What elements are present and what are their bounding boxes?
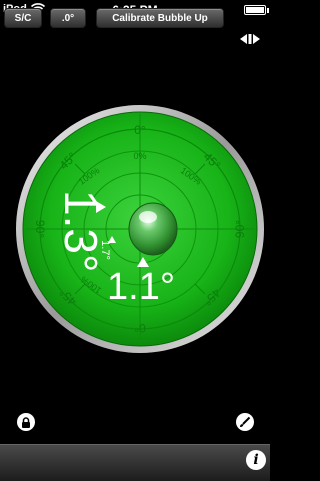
battery-nub: [267, 8, 269, 13]
decimal-precision-button[interactable]: .0°: [50, 8, 86, 28]
toggle-arrows-icon[interactable]: [238, 30, 262, 48]
ring-label-bottom: 0°: [134, 321, 146, 335]
brush-button[interactable]: [236, 413, 254, 431]
percent-label-top: 0%: [133, 151, 146, 161]
sc-button[interactable]: S/C: [4, 8, 42, 28]
ring-label-left: 90°: [33, 220, 47, 238]
bubble-level: 0° 0° 90° 90° 45° 45° 45° 45° 0% 100% 10…: [15, 104, 265, 354]
bottom-toolbar: [0, 444, 270, 481]
ring-label-right: 90°: [233, 220, 247, 238]
ring-label-top: 0°: [134, 123, 146, 137]
horizontal-marker-icon: [137, 257, 149, 267]
vertical-marker-icon: [96, 201, 106, 213]
lock-button[interactable]: [17, 413, 35, 431]
calibrate-bubble-up-button[interactable]: Calibrate Bubble Up: [96, 8, 224, 28]
horizontal-angle-reading: 1.1°: [107, 266, 176, 308]
lock-icon: [22, 416, 30, 428]
level-bubble: [128, 202, 178, 256]
brush-icon: [240, 416, 251, 427]
battery-icon: [244, 5, 266, 15]
small-angle-reading: 1.7°: [98, 240, 111, 260]
small-marker-icon: [108, 236, 116, 243]
info-icon[interactable]: i: [246, 450, 266, 470]
